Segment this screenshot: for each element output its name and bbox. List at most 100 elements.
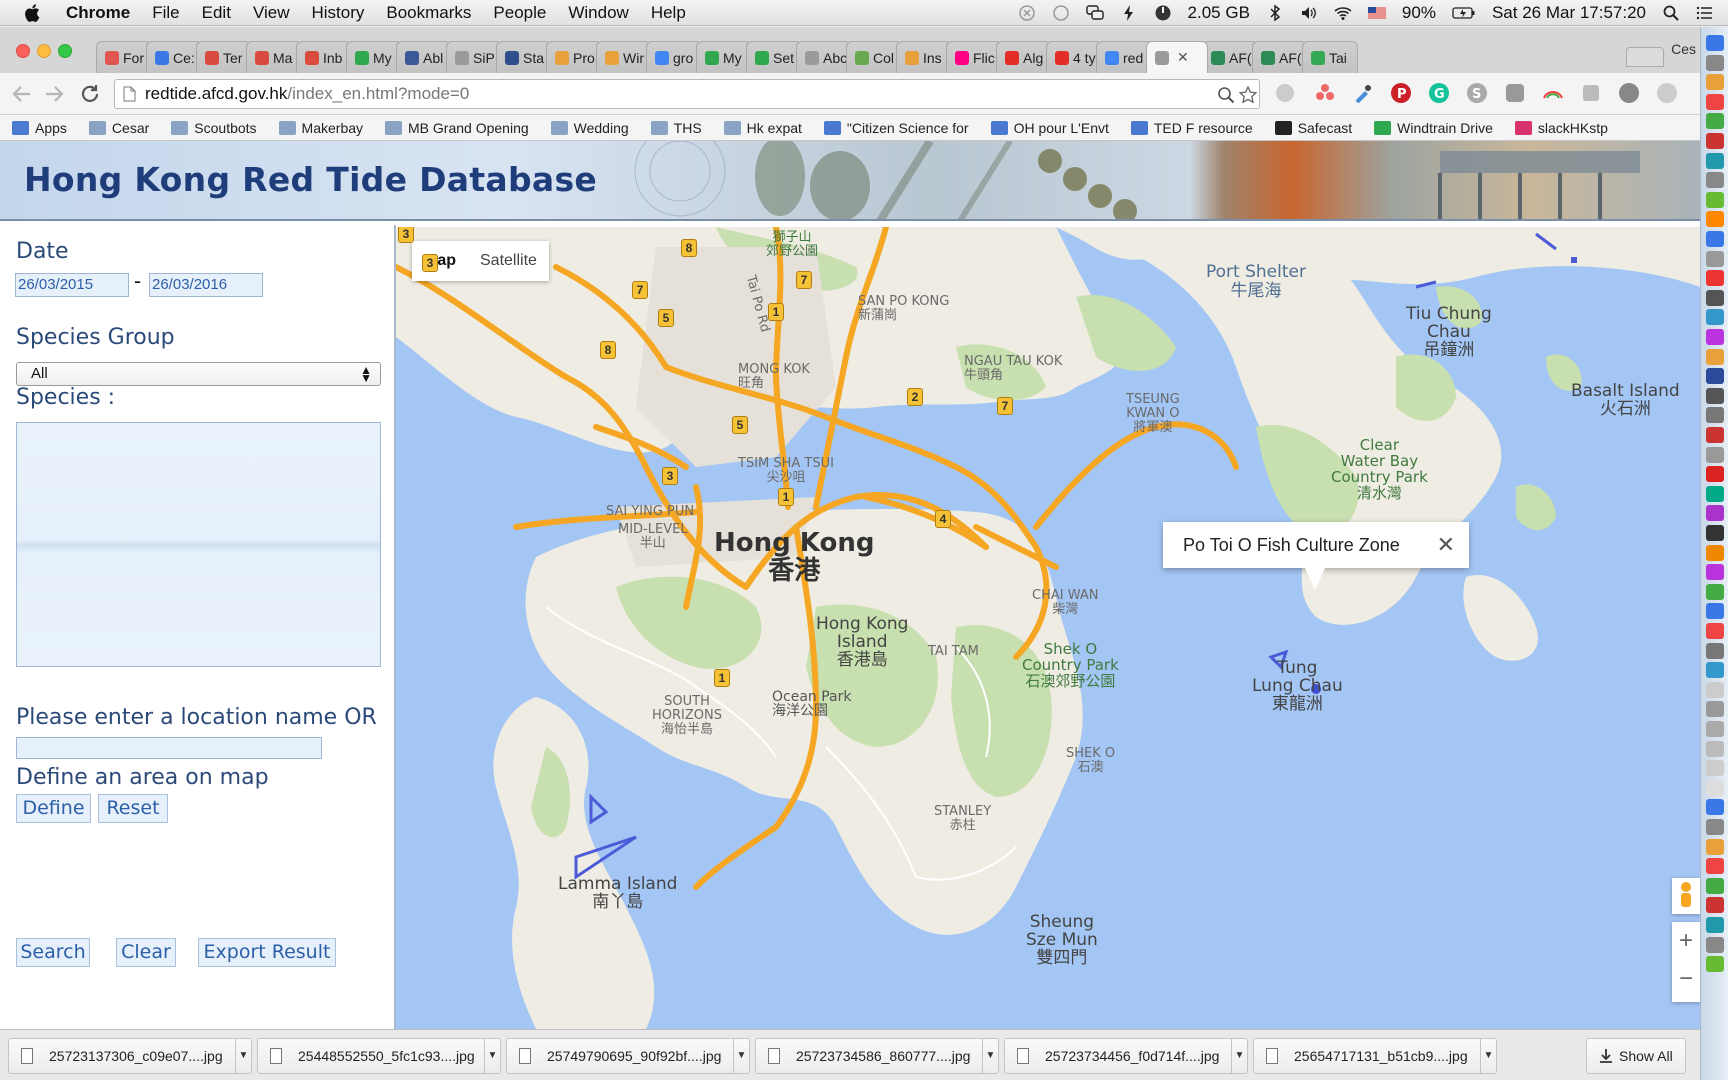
menu-app-chrome[interactable]: Chrome [66,3,130,23]
extension-asana-icon[interactable] [1314,82,1336,104]
dock-app-icon[interactable] [1706,897,1724,914]
download-menu-caret-icon[interactable]: ▼ [1231,1039,1247,1073]
dock-app-icon[interactable] [1706,956,1724,973]
bookmark-folder[interactable]: Makerbay [278,120,363,136]
extension-grid-icon[interactable] [1618,82,1640,104]
map-info-window[interactable]: Po Toi O Fish Culture Zone ✕ [1163,522,1469,590]
browser-tab[interactable]: My [696,41,752,73]
chrome-menu-icon[interactable] [1656,82,1678,104]
apple-icon[interactable] [22,2,44,24]
dock-app-icon[interactable] [1706,289,1724,306]
browser-tab[interactable]: 4 ty [1046,41,1102,73]
dock-app-icon[interactable] [1706,662,1724,679]
dock-app-icon[interactable] [1706,74,1724,91]
dock-app-icon[interactable] [1706,877,1724,894]
menu-bookmarks[interactable]: Bookmarks [386,3,471,23]
window-close-button[interactable] [16,44,30,58]
browser-tab[interactable]: Abc [796,41,852,73]
bookmark-doc[interactable]: "Citizen Science for [823,120,969,136]
spotlight-search-icon[interactable] [1662,4,1680,22]
browser-tab[interactable]: Tai [1302,41,1358,73]
dock-app-icon[interactable] [1706,93,1724,110]
menu-file[interactable]: File [152,3,179,23]
bookmark-folder[interactable]: Cesar [88,120,149,136]
window-minimize-button[interactable] [37,44,51,58]
date-to-input[interactable]: 26/03/2016 [149,273,263,297]
dock-app-icon[interactable] [1706,113,1724,130]
bookmark-drive[interactable]: Windtrain Drive [1374,120,1493,136]
zoom-magnifier-icon[interactable] [1217,86,1235,104]
dock-app-icon[interactable] [1706,191,1724,208]
lightning-icon[interactable] [1120,4,1138,22]
extension-hourglass-icon[interactable] [1504,82,1526,104]
memory-gauge-icon[interactable] [1154,4,1172,22]
dock-app-icon[interactable] [1706,133,1724,149]
bookmark-folder[interactable]: Hk expat [723,120,802,136]
download-menu-caret-icon[interactable]: ▼ [982,1039,998,1073]
bookmark-star-icon[interactable] [1239,86,1257,104]
browser-tab[interactable]: Inb [296,41,352,73]
download-menu-caret-icon[interactable]: ▼ [484,1039,500,1073]
dock-app-icon[interactable] [1706,838,1724,855]
back-arrow-icon[interactable] [10,82,34,106]
browser-tab[interactable]: Sta [496,41,552,73]
browser-tab[interactable]: Col [846,41,902,73]
browser-tab[interactable]: Set [746,41,802,73]
clock[interactable]: Sat 26 Mar 17:57:20 [1492,3,1646,23]
dock-app-icon[interactable] [1706,348,1724,365]
dock-app-icon[interactable] [1706,35,1724,51]
dock-app-icon[interactable] [1706,231,1724,247]
dock-app-icon[interactable] [1706,936,1724,953]
dock-app-icon[interactable] [1706,799,1724,816]
dock-app-icon[interactable] [1706,329,1724,345]
extension-eyedropper-icon[interactable] [1352,82,1374,104]
dock-app-icon[interactable] [1706,740,1724,757]
bookmark-folder[interactable]: THS [650,120,702,136]
dock-app-icon[interactable] [1706,466,1724,483]
bookmark-apps[interactable]: Apps [12,120,67,136]
map-type-map-button[interactable]: Map [412,241,468,281]
battery-icon[interactable] [1452,4,1476,22]
browser-tab[interactable]: red [1096,41,1152,73]
dock-app-icon[interactable] [1706,309,1724,326]
dock-app-icon[interactable] [1706,564,1724,581]
browser-tab[interactable]: Wir [596,41,652,73]
zoom-out-button[interactable]: − [1672,960,1700,998]
dock-app-icon[interactable] [1706,270,1724,287]
browser-tab[interactable]: gro [646,41,702,73]
forward-arrow-icon[interactable] [42,82,66,106]
browser-tab[interactable]: ✕ [1146,41,1208,73]
dock-app-icon[interactable] [1706,387,1724,404]
dock-app-icon[interactable] [1706,779,1724,796]
define-button[interactable]: Define [16,794,91,823]
browser-tab[interactable]: Pro [546,41,602,73]
clear-button[interactable]: Clear [116,938,176,967]
download-item[interactable]: 25723734586_860777....jpg ▼ [755,1038,999,1074]
dock-app-icon[interactable] [1706,701,1724,718]
dock-app-icon[interactable] [1706,427,1724,443]
google-map[interactable]: Map Satellite Port Shelter 牛尾海 Tiu Chung C… [396,227,1700,1029]
dock-app-icon[interactable] [1706,525,1724,541]
new-tab-button[interactable] [1626,47,1664,67]
download-item[interactable]: 25723734456_f0d714f....jpg ▼ [1004,1038,1248,1074]
reset-button[interactable]: Reset [98,794,168,823]
dock-app-icon[interactable] [1706,642,1724,659]
browser-tab[interactable]: Abl [396,41,452,73]
dock-app-icon[interactable] [1706,819,1724,835]
extension-grammarly-icon[interactable]: G [1428,82,1450,104]
date-from-input[interactable]: 26/03/2015 [15,273,129,297]
dock-app-icon[interactable] [1706,917,1724,933]
extension-pinterest-icon[interactable]: P [1390,82,1412,104]
dock-app-icon[interactable] [1706,544,1724,561]
us-flag-icon[interactable] [1367,4,1386,22]
browser-tab[interactable]: Ter [196,41,252,73]
download-menu-caret-icon[interactable]: ▼ [733,1039,749,1073]
browser-tab[interactable]: SiP [446,41,502,73]
profile-button[interactable]: Ces [1671,41,1696,57]
battery-percent[interactable]: 90% [1402,3,1436,23]
dock-app-icon[interactable] [1706,623,1724,639]
dock-app-icon[interactable] [1706,152,1724,169]
dock-app-icon[interactable] [1706,407,1724,424]
menu-people[interactable]: People [493,3,546,23]
menu-view[interactable]: View [253,3,290,23]
